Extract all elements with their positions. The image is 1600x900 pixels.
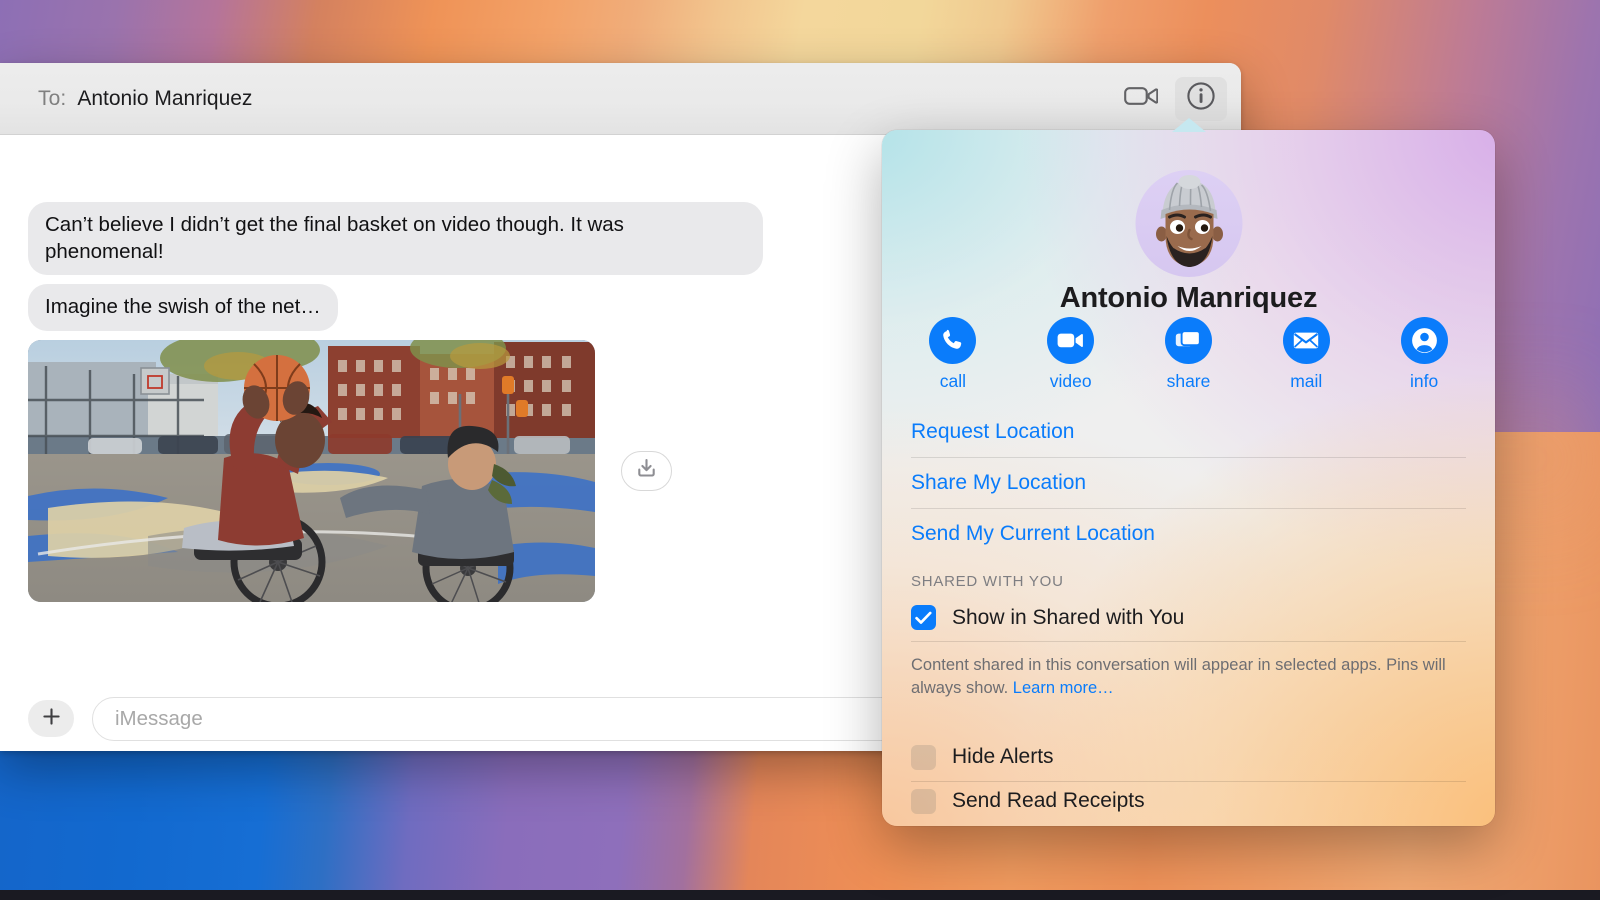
footnote-text: Content shared in this conversation will… bbox=[911, 656, 1446, 697]
action-video[interactable]: video bbox=[1028, 317, 1114, 392]
video-camera-icon bbox=[1047, 317, 1095, 364]
contact-name: Antonio Manriquez bbox=[1059, 282, 1318, 314]
conversation-details-popover: Antonio Manriquez call video share mail … bbox=[882, 130, 1495, 826]
add-attachment-button[interactable] bbox=[28, 700, 74, 737]
share-screen-icon bbox=[1164, 317, 1212, 364]
window-titlebar: To: Antonio Manriquez bbox=[0, 63, 1241, 135]
action-call[interactable]: call bbox=[910, 317, 996, 392]
send-read-receipts-checkbox[interactable] bbox=[911, 788, 936, 814]
quick-actions-row: call video share mail info bbox=[882, 317, 1495, 392]
envelope-icon bbox=[1282, 317, 1330, 364]
contact-avatar[interactable] bbox=[1135, 170, 1242, 277]
show-in-shared-with-you-label: Show in Shared with You bbox=[952, 605, 1185, 629]
memoji-avatar bbox=[1135, 170, 1242, 277]
conversation-info-button[interactable] bbox=[1175, 76, 1227, 121]
popover-options-list: Request Location Share My Location Send … bbox=[882, 407, 1495, 825]
download-tray-icon bbox=[634, 456, 659, 486]
share-my-location-link[interactable]: Share My Location bbox=[911, 458, 1466, 508]
shared-with-you-footnote: Content shared in this conversation will… bbox=[911, 642, 1466, 714]
save-attachment-button[interactable] bbox=[621, 450, 672, 491]
wallpaper-bottom-bar bbox=[0, 890, 1600, 900]
facetime-video-button[interactable] bbox=[1115, 77, 1167, 121]
titlebar-actions bbox=[1115, 76, 1227, 121]
send-read-receipts-label: Send Read Receipts bbox=[952, 789, 1145, 813]
action-mail[interactable]: mail bbox=[1263, 317, 1349, 392]
message-bubble-incoming[interactable]: Imagine the swish of the net… bbox=[28, 284, 338, 331]
phone-icon bbox=[929, 317, 977, 364]
photo-attachment[interactable] bbox=[28, 339, 595, 602]
plus-icon bbox=[41, 706, 62, 732]
info-circle-icon bbox=[1186, 81, 1216, 116]
video-camera-icon bbox=[1124, 84, 1159, 113]
send-read-receipts-row[interactable]: Send Read Receipts bbox=[911, 782, 1466, 825]
request-location-link[interactable]: Request Location bbox=[911, 407, 1466, 457]
action-info-label: info bbox=[1409, 371, 1439, 391]
action-mail-label: mail bbox=[1290, 371, 1323, 391]
show-in-shared-with-you-checkbox[interactable] bbox=[911, 605, 936, 630]
learn-more-link[interactable]: Learn more… bbox=[1013, 679, 1114, 697]
popover-arrow bbox=[1172, 118, 1206, 132]
action-share[interactable]: share bbox=[1145, 317, 1231, 392]
hide-alerts-checkbox[interactable] bbox=[911, 744, 936, 770]
show-in-shared-with-you-row[interactable]: Show in Shared with You bbox=[911, 598, 1466, 641]
recipient-name[interactable]: Antonio Manriquez bbox=[77, 87, 252, 111]
message-bubble-incoming[interactable]: Can’t believe I didn’t get the final bas… bbox=[28, 202, 763, 276]
to-label: To: bbox=[38, 86, 67, 110]
shared-with-you-header: SHARED WITH YOU bbox=[911, 573, 1064, 590]
send-my-current-location-link[interactable]: Send My Current Location bbox=[911, 509, 1466, 559]
hide-alerts-label: Hide Alerts bbox=[952, 745, 1054, 769]
person-circle-icon bbox=[1400, 317, 1448, 364]
action-video-label: video bbox=[1049, 371, 1092, 391]
hide-alerts-row[interactable]: Hide Alerts bbox=[911, 738, 1466, 781]
action-share-label: share bbox=[1166, 371, 1211, 391]
action-call-label: call bbox=[939, 371, 967, 391]
action-info[interactable]: info bbox=[1381, 317, 1467, 392]
